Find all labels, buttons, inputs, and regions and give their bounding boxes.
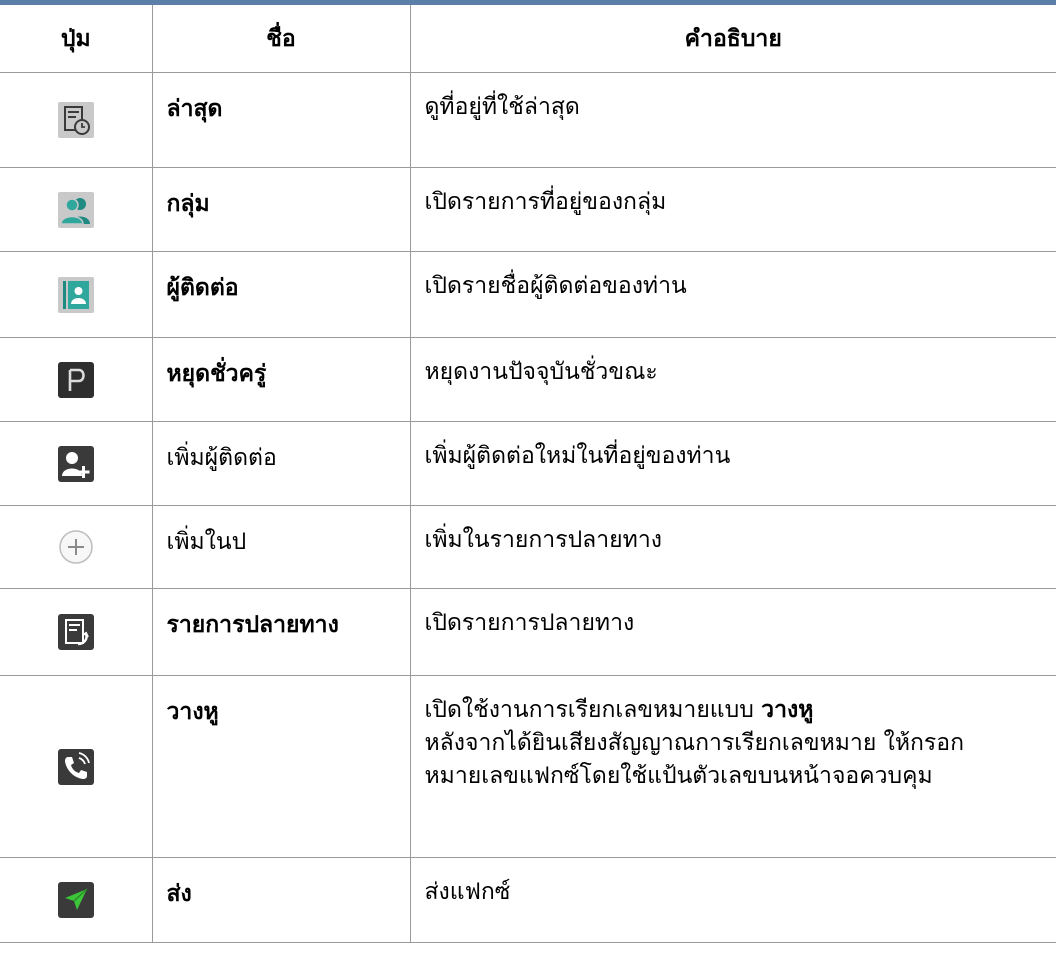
header-name: ชื่อ [151, 5, 410, 73]
table-row: ผู้ติดต่อ เปิดรายชื่อผู้ติดต่อของท่าน [0, 251, 1056, 338]
group-icon[interactable] [57, 191, 94, 228]
plus-circle-icon[interactable] [58, 529, 94, 565]
table-row: กลุ่ม เปิดรายการที่อยู่ของกลุ่ม [0, 167, 1056, 252]
row-name: กลุ่ม [151, 167, 410, 252]
contact-book-icon[interactable] [57, 276, 94, 313]
row-name: ส่ง [151, 857, 410, 943]
row-name: ผู้ติดต่อ [151, 251, 410, 338]
row-name: ล่าสุด [151, 72, 410, 168]
table-row: รายการปลายทาง เปิดรายการปลายทาง [0, 588, 1056, 676]
row-description: ส่งแฟกซ์ [409, 857, 1056, 943]
row-description: เปิดรายการปลายทาง [409, 588, 1056, 676]
row-name: รายการปลายทาง [151, 588, 410, 676]
button-reference-table: ปุ่ม ชื่อ คำอธิบาย ล่าสุด ดูที่อยู่ที่ใช… [0, 5, 1056, 943]
table-row: หยุดชั่วครู่ หยุดงานปัจจุบันชั่วขณะ [0, 337, 1056, 422]
row-description: หยุดงานปัจจุบันชั่วขณะ [409, 337, 1056, 422]
destination-list-icon[interactable] [57, 614, 94, 650]
send-icon[interactable] [57, 882, 94, 918]
table-row: เพิ่มผู้ติดต่อ เพิ่มผู้ติดต่อใหม่ในที่อย… [0, 421, 1056, 506]
row-description: เพิ่มผู้ติดต่อใหม่ในที่อยู่ของท่าน [409, 421, 1056, 506]
row-description: เปิดรายชื่อผู้ติดต่อของท่าน [409, 251, 1056, 338]
pause-p-icon[interactable] [57, 361, 94, 398]
table-row: ส่ง ส่งแฟกซ์ [0, 857, 1056, 943]
row-description: เปิดรายการที่อยู่ของกลุ่ม [409, 167, 1056, 252]
add-contact-icon[interactable] [57, 445, 94, 482]
row-name: วางหู [151, 675, 410, 858]
table-row: ล่าสุด ดูที่อยู่ที่ใช้ล่าสุด [0, 72, 1056, 168]
header-description: คำอธิบาย [409, 5, 1056, 73]
table-header-row: ปุ่ม ชื่อ คำอธิบาย [0, 5, 1056, 73]
recent-icon[interactable] [57, 102, 94, 138]
row-name: เพิ่มในป [151, 505, 410, 589]
row-description: ดูที่อยู่ที่ใช้ล่าสุด [409, 72, 1056, 168]
row-description: เปิดใช้งานการเรียกเลขหมายแบบ วางหู หลังจา… [409, 675, 1056, 858]
row-description: เพิ่มในรายการปลายทาง [409, 505, 1056, 589]
table-row: วางหู เปิดใช้งานการเรียกเลขหมายแบบ วางหู… [0, 675, 1056, 858]
row-name: เพิ่มผู้ติดต่อ [151, 421, 410, 506]
table-row: เพิ่มในป เพิ่มในรายการปลายทาง [0, 505, 1056, 589]
on-hook-inline-term: วางหู [761, 697, 814, 723]
row-name: หยุดชั่วครู่ [151, 337, 410, 422]
on-hook-icon[interactable] [57, 748, 94, 785]
header-button: ปุ่ม [0, 5, 152, 73]
